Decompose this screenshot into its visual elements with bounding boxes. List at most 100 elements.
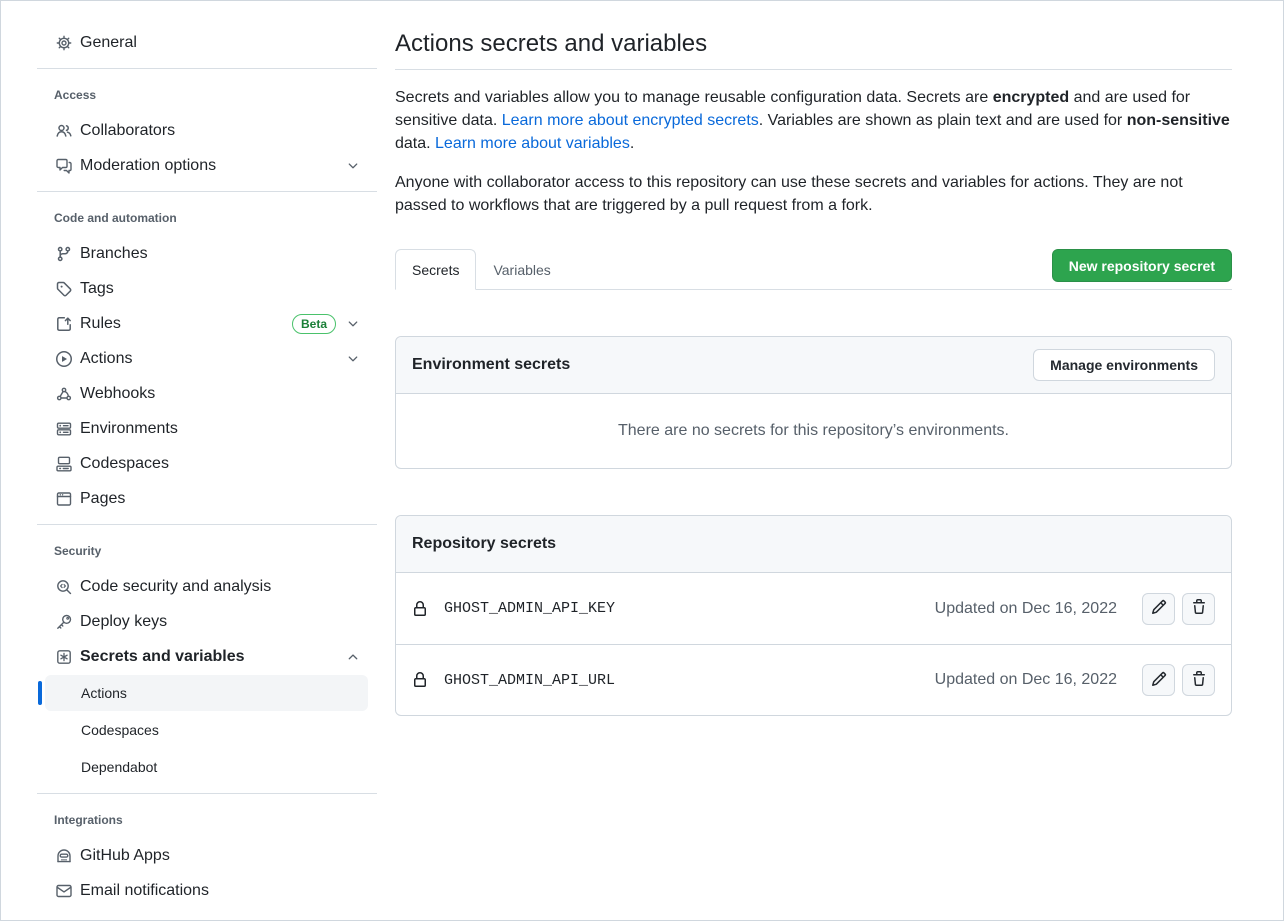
server-icon [56, 421, 72, 437]
hubot-icon [56, 848, 72, 864]
tab-secrets[interactable]: Secrets [395, 249, 476, 290]
sidebar-item-pages[interactable]: Pages [45, 481, 368, 516]
rules-icon [56, 316, 72, 332]
edit-secret-button[interactable] [1142, 664, 1175, 696]
beta-badge: Beta [292, 314, 336, 334]
lock-icon [412, 672, 428, 688]
play-icon [56, 351, 72, 367]
pencil-icon [1151, 599, 1167, 618]
sidebar-item-label: Code security and analysis [80, 578, 360, 596]
sidebar-item-webhooks[interactable]: Webhooks [45, 376, 368, 411]
repository-secrets-list: GHOST_ADMIN_API_KEY Updated on Dec 16, 20… [396, 573, 1231, 715]
sidebar-item-label: Webhooks [80, 385, 360, 403]
chevron-down-icon [346, 159, 360, 173]
sidebar-item-label: Secrets and variables [80, 648, 346, 666]
edit-secret-button[interactable] [1142, 593, 1175, 625]
key-icon [56, 614, 72, 630]
delete-secret-button[interactable] [1182, 593, 1215, 625]
sidebar-item-label: Collaborators [80, 122, 360, 140]
manage-environments-button[interactable]: Manage environments [1033, 349, 1215, 381]
sidebar-item-label: Tags [80, 280, 360, 298]
sidebar-item-branches[interactable]: Branches [45, 236, 368, 271]
sidebar-item-label: GitHub Apps [80, 847, 360, 865]
trash-icon [1191, 599, 1207, 618]
inline-link[interactable]: Learn more about encrypted secrets [502, 112, 759, 129]
webhook-icon [56, 386, 72, 402]
settings-sidebar: GeneralAccessCollaboratorsModeration opt… [1, 1, 377, 920]
new-repository-secret-button[interactable]: New repository secret [1052, 249, 1232, 282]
sidebar-section-heading-security: Security [37, 533, 377, 569]
sidebar-section-heading-integrations: Integrations [37, 802, 377, 838]
tab-variables[interactable]: Variables [476, 249, 567, 290]
intro-paragraph: Anyone with collaborator access to this … [395, 171, 1232, 217]
sidebar-subitem-codespaces[interactable]: Codespaces [45, 712, 368, 748]
page-title: Actions secrets and variables [395, 29, 1232, 59]
chevron-up-icon [346, 650, 360, 664]
sidebar-item-github-apps[interactable]: GitHub Apps [45, 838, 368, 873]
sidebar-item-actions[interactable]: Actions [45, 341, 368, 376]
kv-icon [56, 649, 72, 665]
sidebar-item-collaborators[interactable]: Collaborators [45, 113, 368, 148]
secret-updated-label: Updated on Dec 16, 2022 [935, 671, 1117, 689]
mail-icon [56, 883, 72, 899]
sidebar-item-email-notifications[interactable]: Email notifications [45, 873, 368, 908]
delete-secret-button[interactable] [1182, 664, 1215, 696]
repository-secrets-box: Repository secrets GHOST_ADMIN_API_KEY Up… [395, 515, 1232, 716]
browser-icon [56, 491, 72, 507]
sidebar-item-label: Deploy keys [80, 613, 360, 631]
sidebar-divider [37, 793, 377, 794]
sidebar-subitem-actions[interactable]: Actions [45, 675, 368, 711]
chevron-down-icon [346, 317, 360, 331]
sidebar-item-moderation-options[interactable]: Moderation options [45, 148, 368, 183]
secret-row: GHOST_ADMIN_API_URL Updated on Dec 16, 20… [396, 644, 1231, 715]
bold-text: encrypted [993, 89, 1069, 106]
sidebar-item-label: Rules [80, 315, 292, 333]
inline-link[interactable]: Learn more about variables [435, 135, 630, 152]
sidebar-item-codespaces[interactable]: Codespaces [45, 446, 368, 481]
trash-icon [1191, 671, 1207, 690]
sidebar-section-heading-code-and-automation: Code and automation [37, 200, 377, 236]
text-segment: data. [395, 135, 435, 152]
comment-discussion-icon [56, 158, 72, 174]
text-segment: . Variables are shown as plain text and … [759, 112, 1127, 129]
text-segment: . [630, 135, 634, 152]
text-segment: Secrets and variables allow you to manag… [395, 89, 993, 106]
lock-icon [412, 601, 428, 617]
git-branch-icon [56, 246, 72, 262]
secret-updated-label: Updated on Dec 16, 2022 [935, 600, 1117, 618]
main-content: Actions secrets and variables Secrets an… [377, 1, 1283, 920]
sidebar-item-label: Pages [80, 490, 360, 508]
sidebar-item-code-security-and-analysis[interactable]: Code security and analysis [45, 569, 368, 604]
sidebar-item-secrets-and-variables[interactable]: Secrets and variables [45, 639, 368, 674]
secret-row-actions [1142, 593, 1215, 625]
repository-settings-page: GeneralAccessCollaboratorsModeration opt… [0, 0, 1284, 921]
text-segment: Anyone with collaborator access to this … [395, 174, 1183, 214]
sidebar-item-tags[interactable]: Tags [45, 271, 368, 306]
sidebar-item-deploy-keys[interactable]: Deploy keys [45, 604, 368, 639]
sidebar-item-label: General [80, 34, 360, 52]
chevron-down-icon [346, 352, 360, 366]
intro-paragraph: Secrets and variables allow you to manag… [395, 86, 1232, 155]
sidebar-divider [37, 191, 377, 192]
sidebar-item-rules[interactable]: RulesBeta [45, 306, 368, 341]
people-icon [56, 123, 72, 139]
environment-secrets-header: Environment secrets Manage environments [396, 337, 1231, 394]
sidebar-divider [37, 68, 377, 69]
codescan-icon [56, 579, 72, 595]
intro-text: Secrets and variables allow you to manag… [395, 86, 1232, 217]
environment-secrets-title: Environment secrets [412, 349, 570, 381]
sidebar-item-label: Codespaces [80, 455, 360, 473]
secret-name: GHOST_ADMIN_API_KEY [444, 600, 615, 617]
sidebar-item-environments[interactable]: Environments [45, 411, 368, 446]
tag-icon [56, 281, 72, 297]
secret-row-actions [1142, 664, 1215, 696]
sidebar-divider [37, 524, 377, 525]
repository-secrets-header: Repository secrets [396, 516, 1231, 573]
pencil-icon [1151, 671, 1167, 690]
secret-name: GHOST_ADMIN_API_URL [444, 672, 615, 689]
sidebar-item-label: Actions [80, 350, 346, 368]
sidebar-subitem-dependabot[interactable]: Dependabot [45, 749, 368, 785]
codespaces-icon [56, 456, 72, 472]
title-divider [395, 69, 1232, 70]
sidebar-item-general[interactable]: General [45, 25, 368, 60]
